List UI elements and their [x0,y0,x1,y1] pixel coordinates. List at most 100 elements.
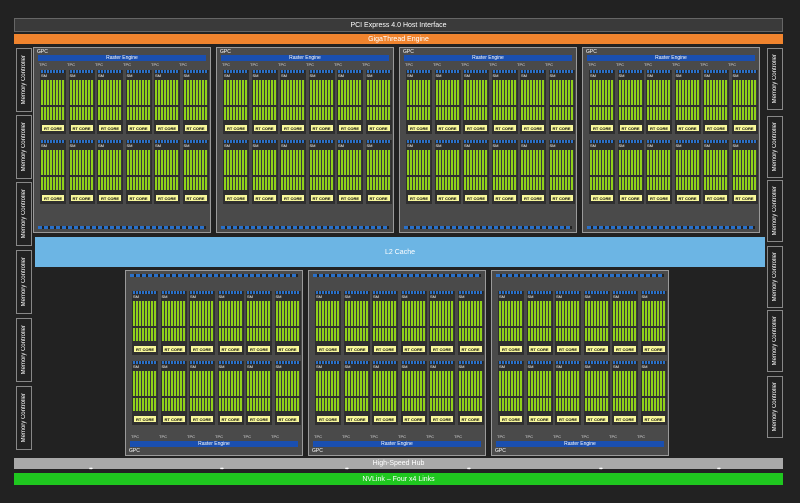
rt-core: RT CORE [282,125,304,131]
cuda-cores [69,150,94,175]
cuda-cores [155,150,179,175]
cuda-cores [161,301,186,326]
cuda-cores [316,371,340,396]
cuda-cores [641,328,666,341]
sm: SM RT CORE [491,140,518,204]
sm-label: SM [464,143,470,148]
cuda-cores [41,177,65,190]
tpc-label: TPC [278,62,286,67]
rt-core: RT CORE [339,195,361,201]
rt-core: RT CORE [162,416,185,422]
cuda-cores [98,80,122,105]
sm: SM RT CORE [429,361,455,425]
rt-core: RT CORE [648,195,670,201]
cuda-cores [492,177,517,190]
tpc-label: TPC [588,62,596,67]
tpc-label: TPC [728,62,736,67]
sm-label: SM [641,294,648,299]
tpc-label: TPC [370,434,378,439]
tpc-label: TPC [609,434,617,439]
cuda-cores [521,107,545,120]
sm-label: SM [281,143,287,148]
rt-core: RT CORE [591,125,613,131]
rt-core: RT CORE [184,125,207,131]
tpc-label: TPC [700,62,708,67]
rt-core: RT CORE [310,195,333,201]
sm: SM RT CORE [182,70,209,134]
sm: SM RT CORE [526,291,553,355]
cuda-cores [521,150,545,175]
cuda-cores [407,80,431,105]
cuda-cores [98,150,122,175]
sm: SM RT CORE [280,140,306,204]
sm: SM RT CORE [731,140,758,204]
raster-engine: Raster Engine [221,55,389,61]
tpc-label: TPC [525,434,533,439]
rt-core: RT CORE [557,416,579,422]
memory-controller-label: Memory Controller [21,189,27,239]
sm-label: SM [98,143,104,148]
cuda-cores [521,80,545,105]
tpc-label: TPC [672,62,680,67]
sm-label: SM [647,143,653,148]
tpc-label: TPC [306,62,314,67]
rt-core: RT CORE [591,195,613,201]
sm: SM RT CORE [280,70,306,134]
cuda-cores [704,80,728,105]
tpc-label: TPC [616,62,624,67]
sm-label: SM [275,364,282,369]
sm-label: SM [704,143,710,148]
cuda-cores [458,301,483,326]
rt-core: RT CORE [345,346,368,352]
cuda-cores [732,80,757,105]
sm: SM RT CORE [617,140,644,204]
rt-core: RT CORE [162,346,185,352]
rt-core: RT CORE [99,195,121,201]
cuda-cores [732,150,757,175]
cuda-cores [252,107,277,120]
cuda-cores [41,80,65,105]
sm: SM RT CORE [274,291,301,355]
memory-controller: Memory Controller [767,48,783,110]
hub-label: High-Speed Hub [372,460,425,467]
sm: SM RT CORE [251,140,278,204]
cuda-cores [133,301,157,326]
tpc-label: TPC [222,62,230,67]
texture-units [313,274,481,277]
sm-label: SM [316,364,322,369]
tpc-label: TPC [454,434,462,439]
sm: SM RT CORE [640,361,667,425]
gpc-label: GPC [495,448,506,454]
cuda-cores [338,177,362,190]
sm: SM RT CORE [315,291,341,355]
rt-core: RT CORE [465,125,487,131]
texture-units [587,226,755,229]
sm: SM RT CORE [68,140,95,204]
cuda-cores [430,398,454,411]
rt-core: RT CORE [99,125,121,131]
sm: SM RT CORE [246,361,272,425]
sm: SM RT CORE [246,291,272,355]
tpc-label: TPC [405,62,413,67]
gigathread-label: GigaThread Engine [368,35,429,43]
rt-core: RT CORE [493,125,516,131]
sm-label: SM [407,143,413,148]
memory-controller-label: Memory Controller [772,54,778,104]
sm: SM RT CORE [703,70,729,134]
rt-core: RT CORE [42,125,64,131]
cuda-cores [161,328,186,341]
raster-engine: Raster Engine [130,441,298,447]
rt-core: RT CORE [276,416,299,422]
cuda-cores [732,177,757,190]
sm: SM RT CORE [189,361,215,425]
rt-core: RT CORE [282,195,304,201]
rt-core: RT CORE [528,416,551,422]
cuda-cores [218,328,243,341]
sm-label: SM [309,143,316,148]
sm-label: SM [373,294,379,299]
tpc-row: TPC TPC TPC TPC TPC TPC [496,434,664,440]
sm-label: SM [98,73,104,78]
cuda-cores [613,371,637,396]
rt-core: RT CORE [134,346,156,352]
tpc-label: TPC [398,434,406,439]
